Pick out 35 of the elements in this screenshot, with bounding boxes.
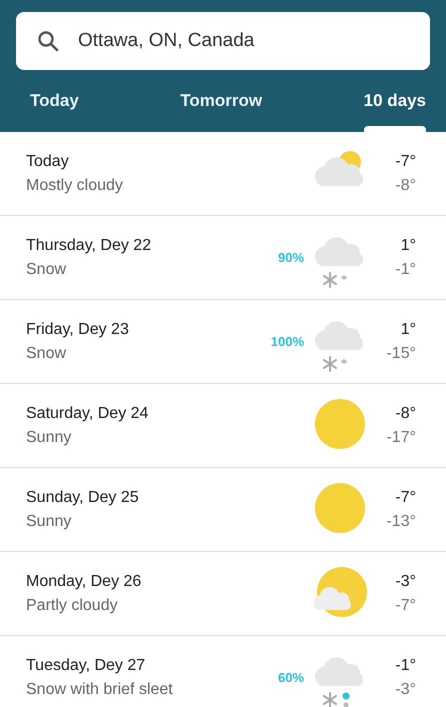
low-temperature: -17° <box>386 428 416 446</box>
low-temperature: -1° <box>395 260 416 278</box>
low-temperature: -8° <box>395 176 416 194</box>
day-name: Monday, Dey 26 <box>26 572 142 590</box>
high-temperature: -3° <box>395 572 416 590</box>
high-temperature: 1° <box>400 320 416 338</box>
condition-text: Snow with brief sleet <box>26 680 173 698</box>
high-temperature: -7° <box>395 488 416 506</box>
high-temperature: -1° <box>395 656 416 674</box>
search-field[interactable]: Ottawa, ON, Canada <box>16 12 430 70</box>
low-temperature: -15° <box>386 344 416 362</box>
tab[interactable]: Today <box>30 70 79 132</box>
high-temperature: 1° <box>400 236 416 254</box>
day-name: Today <box>26 152 69 170</box>
low-temperature: -7° <box>395 596 416 614</box>
high-temperature: -7° <box>395 152 416 170</box>
day-name: Saturday, Dey 24 <box>26 404 148 422</box>
precipitation-chance: 60% <box>278 670 304 685</box>
condition-text: Sunny <box>26 428 72 446</box>
high-temperature: -8° <box>395 404 416 422</box>
condition-text: Snow <box>26 344 66 362</box>
tab[interactable]: Tomorrow <box>180 70 262 132</box>
day-name: Tuesday, Dey 27 <box>26 656 146 674</box>
precipitation-chance: 90% <box>278 250 304 265</box>
tab[interactable]: 10 days <box>364 70 426 132</box>
day-name: Friday, Dey 23 <box>26 320 129 338</box>
day-name: Sunday, Dey 25 <box>26 488 139 506</box>
precipitation-chance: 100% <box>270 334 304 349</box>
condition-text: Sunny <box>26 512 72 530</box>
day-name: Thursday, Dey 22 <box>26 236 152 254</box>
condition-text: Snow <box>26 260 66 278</box>
condition-text: Partly cloudy <box>26 596 118 614</box>
condition-text: Mostly cloudy <box>26 176 123 194</box>
low-temperature: -3° <box>395 680 416 698</box>
low-temperature: -13° <box>386 512 416 530</box>
